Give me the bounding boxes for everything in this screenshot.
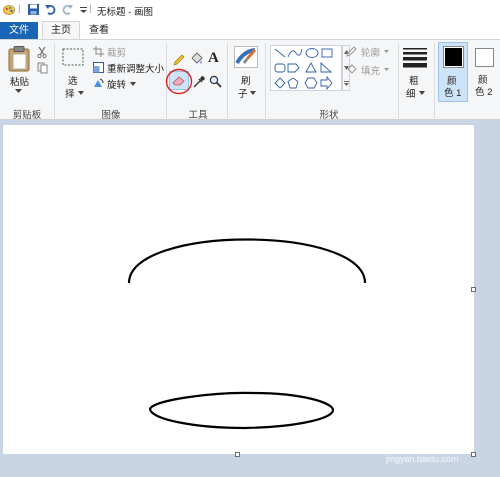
crop-icon [93,46,104,57]
brushes-label-line1: 刷 [241,76,251,87]
pentagon-shape-icon [287,77,299,89]
watermark-subtext: jingyan.baidu.com [386,454,459,464]
rotate-button[interactable]: 旋转 [93,77,143,91]
lower-ellipse-stroke [148,391,335,430]
hexagon-shape-icon [304,77,318,89]
color1-frame [443,46,464,68]
shapes-gallery [270,45,342,91]
redo-icon[interactable] [61,3,74,16]
brushes-button[interactable]: 刷 子 [231,44,261,102]
color2-button[interactable]: 颜 色 2 [472,42,500,102]
separator-icon: | [89,3,92,14]
chevron-down-icon [250,91,256,95]
rotate-label: 旋转 [107,80,127,91]
resize-label: 重新调整大小 [107,64,165,75]
watermark: Bai 经验 jingyan.baidu.com [372,420,492,470]
fill-button[interactable]: 填充 [346,63,396,77]
upper-arc-stroke [127,238,367,284]
group-label-shapes: 形状 [319,110,339,121]
cut-icon[interactable] [37,46,47,58]
canvas-drawing [127,238,367,430]
chevron-down-icon [419,91,425,95]
color1-swatch [445,48,462,66]
brushes-label-line2: 子 [238,89,248,100]
tab-home[interactable]: 主页 [42,21,80,40]
watermark-text: Bai 经验 [378,432,455,454]
polygon-shape-icon [287,63,300,73]
drawing-canvas[interactable] [3,125,474,454]
oval-shape-icon [305,48,319,58]
size-label-line2: 细 [406,89,416,100]
group-label-clipboard: 剪贴板 [12,110,42,121]
crop-label: 裁剪 [107,48,127,59]
window-title: 无标题 - 画图 [97,7,153,18]
select-label-line1: 选 [68,76,78,87]
undo-icon[interactable] [44,3,57,16]
save-icon[interactable] [27,3,40,16]
separator-icon: | [18,3,21,14]
chevron-down-icon [15,89,22,93]
arrow-shape-icon [320,75,333,91]
line-shape-icon [274,48,286,58]
chevron-down-icon [384,50,389,53]
expand-gallery-icon[interactable] [344,81,349,86]
group-divider [434,43,435,118]
brush-icon [234,46,258,68]
color1-button[interactable]: 颜 色 1 [438,42,468,102]
group-divider [54,43,55,118]
group-divider [265,43,266,118]
size-label-line1: 粗 [409,76,419,87]
curve-shape-icon [287,48,303,58]
group-label-tools: 工具 [188,110,208,121]
color2-swatch [477,50,492,65]
chevron-down-icon [78,91,84,95]
copy-icon[interactable] [37,62,48,74]
fill-label: 填充 [361,66,381,77]
paste-label: 粘贴 [10,77,30,88]
shapes-gallery-icons [274,48,333,91]
paste-icon [8,46,30,72]
fill-icon [347,64,357,74]
chevron-down-icon [384,68,389,71]
rotate-icon [94,78,104,87]
group-divider [227,43,228,118]
color2-label-line2: 色 2 [475,87,493,98]
tab-file[interactable]: 文件 [0,22,38,39]
chevron-down-icon [130,82,136,86]
rectangle-shape-icon [321,48,333,58]
select-label-line2: 择 [65,89,75,100]
rounded-rectangle-shape-icon [274,63,286,73]
fill-bucket-icon[interactable] [189,52,203,66]
diamond-shape-icon [274,77,286,89]
title-bar: | | 无标题 - 画图 [0,0,500,20]
color2-frame [475,48,494,67]
magnifier-icon[interactable] [209,75,222,88]
canvas-resize-handle-bottom[interactable] [235,452,240,457]
pencil-icon[interactable] [172,53,186,67]
outline-icon [346,46,357,57]
select-rectangle-icon [62,48,84,66]
resize-icon [93,62,104,73]
outline-button[interactable]: 轮廓 [346,45,396,59]
tab-view[interactable]: 查看 [82,22,116,39]
canvas-resize-handle-right[interactable] [471,287,476,292]
group-divider [398,43,399,118]
color-picker-icon[interactable] [192,75,206,89]
triangle-shape-icon [305,62,317,73]
resize-button[interactable]: 重新调整大小 [93,61,165,75]
outline-label: 轮廓 [361,48,381,59]
right-triangle-shape-icon [320,61,333,73]
paint-app-icon[interactable] [3,3,16,16]
paste-button[interactable]: 粘贴 [4,44,34,102]
select-button[interactable]: 选 择 [58,44,88,102]
line-width-icon [403,48,427,68]
color1-label-line2: 色 1 [444,88,462,99]
text-tool-icon[interactable]: A [208,50,219,67]
highlight-circle [165,68,193,95]
size-button[interactable]: 粗 细 [400,44,430,102]
crop-button[interactable]: 裁剪 [93,45,153,59]
group-label-image: 图像 [101,110,121,121]
